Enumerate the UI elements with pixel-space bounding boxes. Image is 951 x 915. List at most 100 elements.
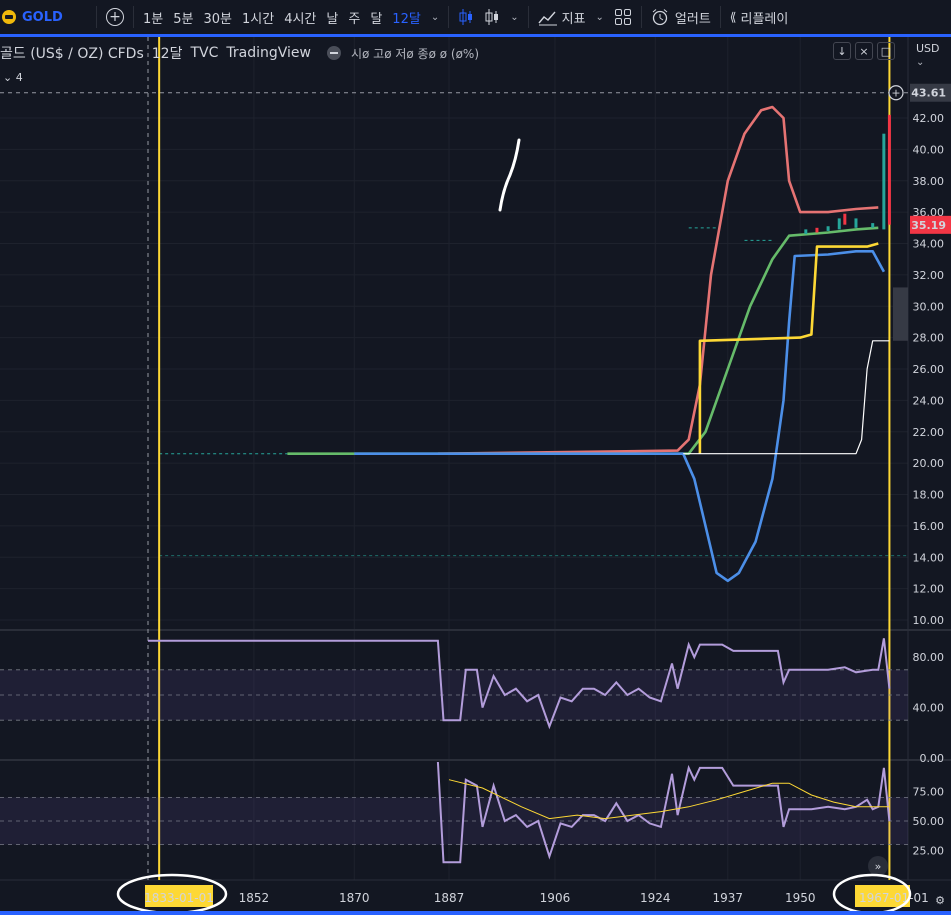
price-tick-10: 22.00 — [913, 426, 945, 439]
price-tick-6: 30.00 — [913, 300, 945, 313]
interval-2[interactable]: 30분 — [198, 0, 237, 34]
price-tick-1: 40.00 — [913, 143, 945, 156]
bottom-accent-bar — [0, 911, 951, 915]
indicator-collapse-toggle[interactable]: ⌄ 4 — [0, 68, 28, 86]
price-tick-2: 38.00 — [913, 175, 945, 188]
candle-5 — [854, 218, 858, 228]
candle-4 — [843, 213, 847, 225]
bar-style-button[interactable] — [453, 0, 479, 34]
toolbar-divider — [527, 6, 529, 28]
candle-8 — [887, 114, 891, 225]
layout-button[interactable] — [609, 0, 637, 34]
toolbar-divider — [640, 6, 642, 28]
time-tick-6: 1950 — [785, 891, 816, 905]
chart-type-dropdown[interactable]: ⌄ — [505, 0, 523, 34]
toolbar-divider — [133, 6, 134, 28]
range-box — [893, 287, 908, 341]
gear-icon[interactable]: ⚙ — [935, 894, 945, 907]
candles-icon — [459, 9, 473, 25]
collapse-pane-icon[interactable]: × — [855, 42, 873, 60]
legend-ohlc: 시ø 고ø 저ø 종ø ø (ø%) — [350, 46, 480, 61]
time-tick-3: 1906 — [540, 891, 571, 905]
indicators-button[interactable]: 지표 — [533, 0, 591, 34]
series-line-0 — [437, 105, 879, 455]
layout-grid-icon — [614, 9, 631, 25]
series-line-1 — [287, 226, 879, 456]
legend-title: 골드 (US$ / OZ) CFDs — [0, 46, 144, 62]
candle-2 — [826, 226, 830, 231]
chevron-down-icon: ⌄ — [510, 11, 519, 23]
candle-3 — [837, 218, 841, 230]
price-tick-12: 18.00 — [913, 489, 945, 502]
hide-series-icon[interactable] — [326, 46, 341, 60]
replay-label: 리플레이 — [740, 11, 789, 27]
rsi2-tick-2: 25.00 — [913, 845, 945, 858]
legend-source: TVC — [190, 45, 219, 61]
price-tick-16: 10.00 — [913, 614, 945, 627]
compare-button[interactable]: + — [101, 0, 129, 34]
rsi1-tick-1: 40.00 — [913, 702, 945, 715]
price-tick-5: 32.00 — [913, 269, 945, 282]
rsi1-tick-2: 0.00 — [920, 752, 945, 765]
chart-canvas[interactable]: 42.0040.0038.0036.0034.0032.0030.0028.00… — [0, 37, 951, 911]
toolbar-divider — [448, 6, 450, 28]
interval-group: 1분 5분 30분 1시간 4시간 날 주 달 12달 — [138, 0, 426, 34]
chevron-down-icon: ⌄ — [595, 11, 604, 23]
time-tick-0: 1852 — [239, 891, 270, 905]
interval-5[interactable]: 날 — [321, 0, 343, 34]
rewind-icon: ⟪ — [729, 10, 737, 24]
interval-7[interactable]: 달 — [365, 0, 387, 34]
time-tick-2: 1887 — [434, 891, 465, 905]
indicators-dropdown[interactable]: ⌄ — [591, 0, 609, 34]
plus-glyph: + — [891, 87, 900, 100]
interval-dropdown[interactable]: ⌄ — [426, 0, 444, 34]
interval-4[interactable]: 4시간 — [279, 0, 321, 34]
maximize-pane-icon[interactable]: □ — [877, 42, 895, 60]
candle-7 — [882, 133, 886, 230]
currency-label: USD — [916, 42, 940, 55]
chevron-down-icon: ⌄ — [3, 70, 16, 84]
interval-8[interactable]: 12달 — [387, 0, 426, 34]
crosshair-price-label: 43.61 — [911, 87, 946, 100]
alerts-label: 얼러트 — [674, 11, 711, 27]
interval-3[interactable]: 1시간 — [237, 0, 279, 34]
price-tick-7: 28.00 — [913, 332, 945, 345]
time-tick-1: 1870 — [339, 891, 370, 905]
price-tick-14: 14.00 — [913, 551, 945, 564]
pane-controls: ↓ × □ — [833, 42, 895, 60]
indicators-label: 지표 — [561, 11, 586, 27]
price-tick-13: 16.00 — [913, 520, 945, 533]
replay-button[interactable]: ⟪ 리플레이 — [725, 0, 794, 34]
alerts-button[interactable]: 얼러트 — [646, 0, 716, 34]
price-tick-4: 34.00 — [913, 238, 945, 251]
legend-provider: TradingView — [226, 45, 311, 61]
time-tick-5: 1937 — [712, 891, 743, 905]
toolbar-divider — [96, 6, 97, 28]
rsi2-tick-1: 50.00 — [913, 815, 945, 828]
legend-interval: 12달 — [151, 46, 183, 62]
chevron-down-icon: ⌄ — [916, 57, 925, 68]
series-legend: 골드 (US$ / OZ) CFDs 12달 TVC TradingView 시… — [0, 42, 479, 64]
arrow-down-icon[interactable]: ↓ — [833, 42, 851, 60]
interval-1[interactable]: 5분 — [168, 0, 198, 34]
double-chevron-icon: » — [875, 860, 882, 873]
interval-0[interactable]: 1분 — [138, 0, 168, 34]
rsi2-tick-0: 75.00 — [913, 786, 945, 799]
candlestick-icon — [485, 9, 499, 25]
interval-6[interactable]: 주 — [343, 0, 365, 34]
right-date-marker-label: 1967-01-01 — [859, 891, 929, 905]
series-line-2 — [354, 250, 886, 583]
last-price-label: 35.19 — [911, 219, 946, 232]
candle-0 — [804, 229, 808, 235]
symbol-label: GOLD — [22, 9, 63, 25]
gold-coin-icon — [2, 10, 16, 24]
candle-1 — [815, 227, 819, 233]
chart-type-button[interactable] — [479, 0, 505, 34]
symbol-search[interactable]: GOLD — [0, 0, 92, 34]
currency-selector[interactable]: USD ⌄ — [916, 42, 951, 68]
candle-6 — [871, 223, 875, 228]
chevron-down-icon: ⌄ — [430, 11, 440, 23]
annotation-stroke — [498, 138, 521, 212]
plus-icon: + — [106, 8, 124, 26]
time-tick-4: 1924 — [640, 891, 671, 905]
